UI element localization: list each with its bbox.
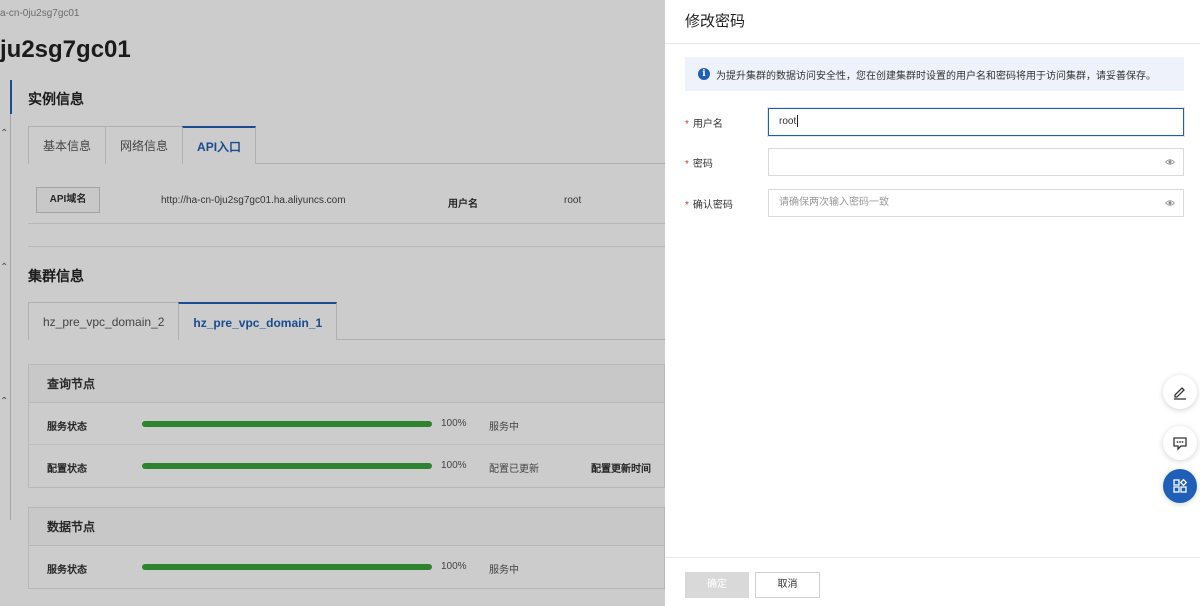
footer-divider (665, 557, 1200, 558)
notice-text: 为提升集群的数据访问安全性，您在创建集群时设置的用户名和密码将用于访问集群，请妥… (716, 70, 1156, 82)
change-password-drawer: 修改密码 i 为提升集群的数据访问安全性，您在创建集群时设置的用户名和密码将用于… (665, 0, 1200, 606)
info-notice: i 为提升集群的数据访问安全性，您在创建集群时设置的用户名和密码将用于访问集群，… (685, 57, 1184, 91)
required-mark: * (685, 159, 689, 170)
password-input[interactable] (768, 148, 1184, 176)
show-password-eye-icon[interactable] (1165, 157, 1175, 167)
username-label: * 用户名 (685, 119, 723, 130)
feedback-float-button[interactable] (1163, 426, 1197, 460)
show-password-eye-icon[interactable] (1165, 198, 1175, 208)
username-row: * 用户名 root (685, 108, 1184, 136)
confirm-password-row: * 确认密码 请确保两次输入密码一致 (685, 189, 1184, 217)
apps-icon (1173, 478, 1188, 493)
confirm-button[interactable]: 确定 (685, 572, 749, 598)
password-row: * 密码 (685, 148, 1184, 176)
confirm-password-input[interactable]: 请确保两次输入密码一致 (768, 189, 1184, 217)
apps-float-button[interactable] (1163, 469, 1197, 503)
username-input[interactable]: root (768, 108, 1184, 136)
confirm-password-placeholder: 请确保两次输入密码一致 (779, 197, 889, 208)
cancel-button[interactable]: 取消 (755, 572, 820, 598)
edit-icon (1174, 387, 1186, 400)
text-caret (797, 115, 799, 128)
confirm-password-label: * 确认密码 (685, 200, 733, 211)
edit-float-button[interactable] (1163, 375, 1197, 409)
modal-overlay[interactable] (0, 0, 665, 606)
required-mark: * (685, 119, 689, 130)
info-icon: i (698, 68, 710, 80)
feedback-icon (1173, 437, 1187, 451)
password-label: * 密码 (685, 159, 713, 170)
required-mark: * (685, 200, 689, 211)
drawer-title: 修改密码 (685, 13, 746, 30)
divider (665, 43, 1200, 44)
